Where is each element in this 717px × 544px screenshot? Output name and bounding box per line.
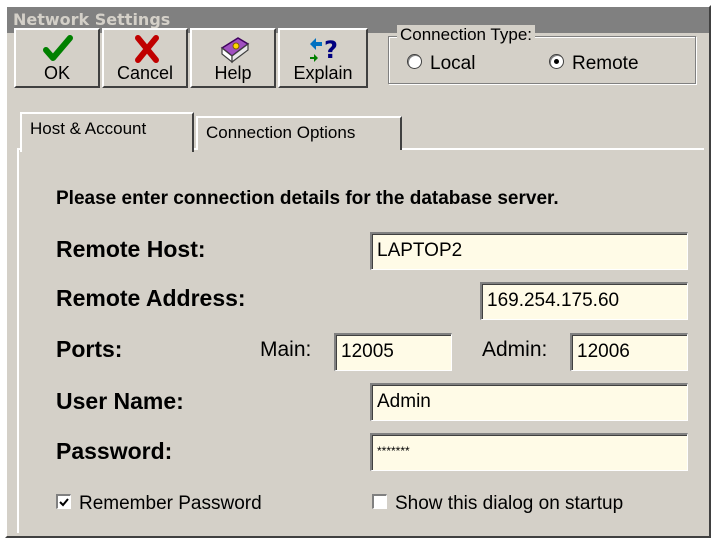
remote-address-label: Remote Address:: [56, 285, 246, 311]
explain-label: Explain: [293, 63, 353, 83]
connection-type-title: Connection Type:: [397, 25, 535, 45]
user-name-label: User Name:: [56, 388, 184, 414]
explain-button[interactable]: ? Explain: [278, 28, 368, 88]
tab-host-account-label: Host & Account: [30, 119, 147, 138]
main-port-input[interactable]: 12005: [334, 333, 452, 371]
admin-port-label: Admin:: [482, 338, 548, 361]
user-name-input[interactable]: Admin: [370, 383, 688, 421]
remote-radio-button[interactable]: [549, 54, 564, 70]
x-icon: [104, 32, 186, 66]
question-arrows-icon: ?: [280, 32, 366, 66]
checkmark-icon: [59, 498, 69, 507]
ok-label: OK: [43, 63, 70, 83]
show-on-startup-label: Show this dialog on startup: [395, 493, 624, 514]
help-button[interactable]: Help: [190, 28, 276, 88]
show-on-startup-box[interactable]: [372, 494, 387, 510]
remote-address-input[interactable]: 169.254.175.60: [480, 282, 688, 320]
remote-host-input[interactable]: LAPTOP2: [370, 232, 688, 270]
show-on-startup-checkbox[interactable]: Show this dialog on startup: [372, 493, 623, 515]
remember-password-checkbox[interactable]: Remember Password: [56, 493, 262, 515]
checkmark-icon: [16, 32, 98, 66]
book-icon: [192, 32, 274, 66]
remember-password-label: Remember Password: [79, 493, 262, 514]
ports-label: Ports:: [56, 336, 123, 362]
local-radio[interactable]: Local: [407, 53, 475, 75]
local-radio-button[interactable]: [407, 54, 422, 70]
main-port-label: Main:: [260, 338, 312, 361]
password-input[interactable]: *******: [370, 433, 688, 471]
ok-button[interactable]: OK: [14, 28, 100, 88]
remote-radio[interactable]: Remote: [549, 53, 639, 75]
remote-radio-label: Remote: [572, 53, 639, 74]
tab-connection-options[interactable]: Connection Options: [196, 116, 402, 150]
remote-host-label: Remote Host:: [56, 236, 206, 262]
cancel-button[interactable]: Cancel: [102, 28, 188, 88]
local-radio-label: Local: [430, 53, 476, 74]
password-label: Password:: [56, 438, 173, 464]
tab-host-account[interactable]: Host & Account: [20, 112, 194, 152]
window-title: Network Settings: [13, 10, 171, 29]
intro-text: Please enter connection details for the …: [56, 188, 559, 209]
remember-password-box[interactable]: [56, 494, 71, 510]
admin-port-input[interactable]: 12006: [570, 333, 688, 371]
help-label: Help: [214, 63, 252, 83]
connection-type-group: Connection Type: Local Remote: [388, 25, 696, 84]
svg-text:?: ?: [324, 36, 338, 64]
tab-connection-options-label: Connection Options: [206, 123, 356, 142]
radio-selected-dot: [554, 59, 559, 65]
cancel-label: Cancel: [116, 63, 174, 83]
